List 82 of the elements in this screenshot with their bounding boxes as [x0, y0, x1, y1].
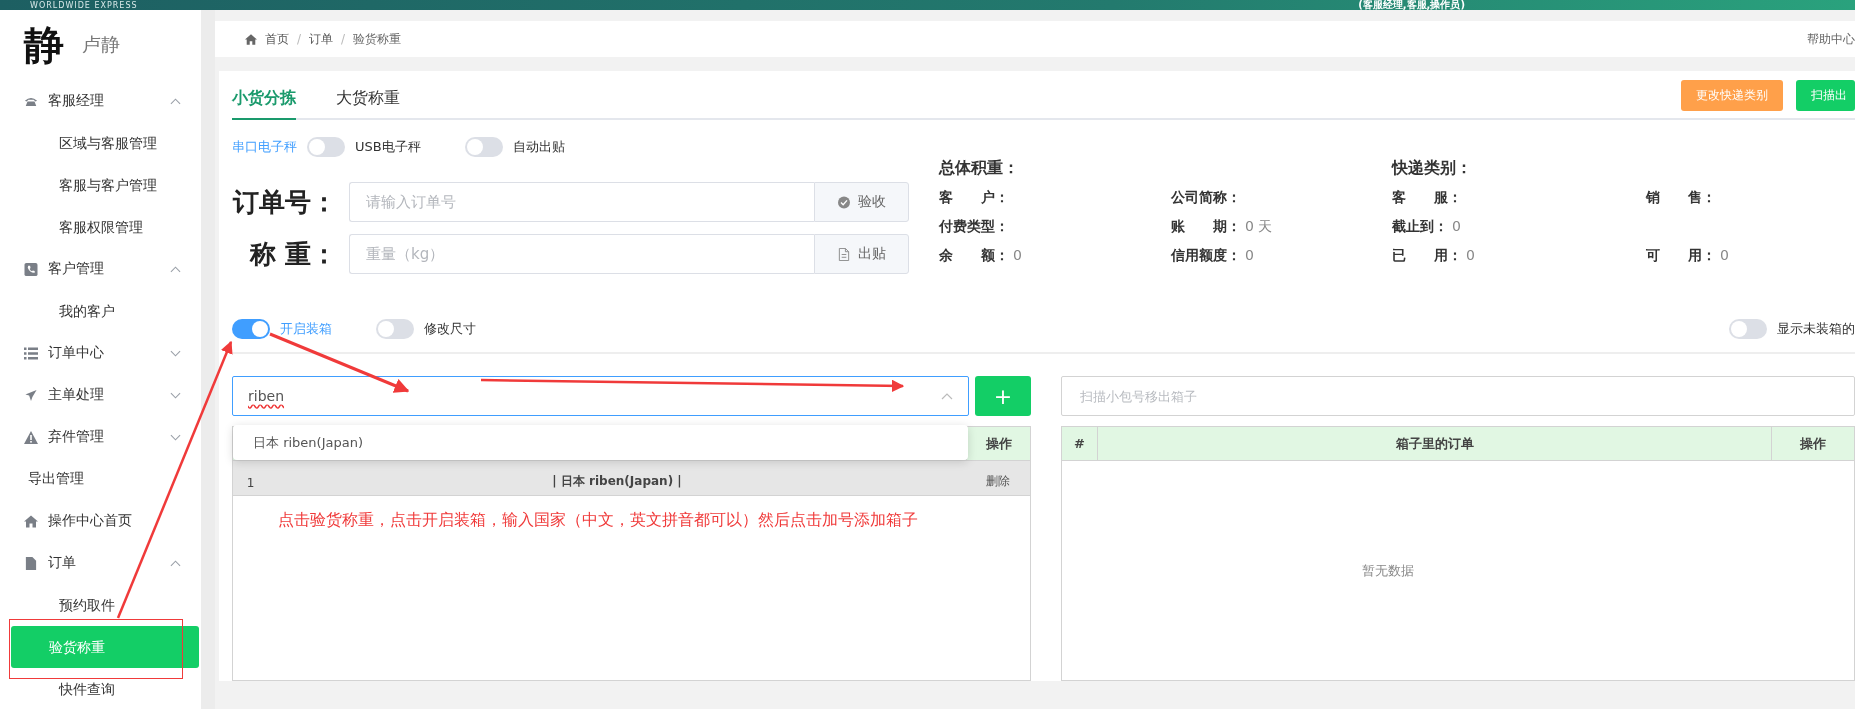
sidebar-item[interactable]: 订单中心 [0, 332, 201, 374]
user-name: 卢静 [82, 32, 120, 57]
info-label: 销 售： [1646, 188, 1716, 207]
info-value: 0 [1245, 246, 1254, 265]
sidebar-subitem[interactable]: 我的客户 [10, 290, 199, 332]
delete-link[interactable]: 删除 [966, 473, 1030, 495]
info-label: 可 用： [1646, 246, 1716, 265]
sidebar-subitem[interactable]: 快件查询 [10, 668, 199, 709]
sidebar-subitem[interactable]: 客服权限管理 [10, 206, 199, 248]
breadcrumb-link[interactable]: 首页 [265, 30, 289, 48]
tab[interactable]: 小货分拣 [232, 88, 296, 120]
sidebar-item[interactable]: 客户管理 [0, 248, 201, 290]
document-icon [24, 556, 38, 570]
sidebar-item[interactable]: 操作中心首页 [0, 500, 201, 542]
info-value: 0 [1013, 246, 1022, 265]
info-value: 0 天 [1245, 217, 1273, 236]
help-link[interactable]: 帮助中心 [1807, 30, 1855, 48]
user-roles: (客服经理,客服,操作员) [1358, 0, 1465, 10]
info-label: 账 期： [1171, 217, 1241, 236]
sidebar-item[interactable]: 客服经理 [0, 80, 201, 122]
warning-icon [24, 430, 38, 444]
breadcrumb-separator: / [297, 32, 302, 46]
empty-message: 暂无数据 [1362, 561, 1414, 580]
scan-field[interactable]: 扫描小包号移出箱子 [1061, 376, 1855, 416]
switch-label: USB电子秤 [355, 138, 421, 156]
breadcrumb-separator: / [341, 32, 346, 46]
info-label: 公司简称： [1171, 188, 1241, 207]
list-icon [24, 346, 38, 360]
info-value: 0 [1720, 246, 1729, 265]
info-label: 余 额： [939, 246, 1009, 265]
sidebar-subitem[interactable]: 客服与客户管理 [10, 164, 199, 206]
switch-label: 开启装箱 [280, 320, 332, 338]
text-field[interactable]: 请输入订单号 [349, 182, 814, 222]
info-label: 客 户： [939, 188, 1009, 207]
column-header: 箱子里的订单 [1097, 427, 1771, 460]
column-header: 操作 [966, 427, 1030, 460]
text-field[interactable]: 重量（kg） [349, 234, 814, 274]
toggle-switch[interactable] [1729, 319, 1767, 339]
annotation-text: 点击验货称重，点击开启装箱，输入国家（中文，英文拼音都可以）然后点击加号添加箱子 [278, 510, 919, 531]
column-header: # [1073, 435, 1086, 453]
home-icon [245, 33, 257, 45]
switch-label: 修改尺寸 [424, 320, 476, 338]
info-title: 总体积重： [939, 158, 1020, 179]
sidebar-item[interactable]: 主单处理 [0, 374, 201, 416]
document-icon [837, 247, 850, 261]
brand-text: WORLDWIDE EXPRESS [30, 1, 138, 10]
column-header: 操作 [1771, 427, 1854, 460]
info-label: 客 服： [1392, 188, 1462, 207]
tab[interactable]: 大货称重 [336, 88, 400, 120]
info-value: 0 [1452, 217, 1461, 236]
sidebar-item[interactable]: 弃件管理 [0, 416, 201, 458]
home-icon [24, 514, 38, 528]
field-label: 订单号： [232, 185, 338, 219]
field-label: 称 重： [248, 237, 338, 271]
sidebar-subitem[interactable]: 区域与客服管理 [10, 122, 199, 164]
switch-label: 串口电子秤 [232, 138, 297, 156]
info-label: 信用额度： [1171, 246, 1241, 265]
toggle-switch[interactable] [232, 319, 270, 339]
append-button[interactable]: 出贴 [814, 234, 909, 274]
phone-icon [24, 262, 38, 276]
switch-label: 显示未装箱的 [1777, 320, 1855, 338]
toggle-switch[interactable] [464, 137, 503, 157]
info-value: 0 [1466, 246, 1475, 265]
breadcrumb-link[interactable]: 订单 [309, 30, 334, 48]
sidebar-item[interactable]: 导出管理 [0, 458, 201, 500]
avatar-logo: 静 [24, 19, 64, 70]
info-label: 付费类型： [939, 217, 1009, 236]
dropdown-option[interactable]: 日本 riben(Japan) [233, 425, 968, 460]
table-cell-text: | 日本 riben(Japan) | [551, 473, 683, 490]
switch-label: 自动出贴 [512, 138, 565, 156]
check-circle-icon [837, 195, 850, 209]
info-title: 快递类别： [1392, 158, 1473, 179]
append-button[interactable]: 验收 [814, 182, 909, 222]
sidebar-item[interactable]: 订单 [0, 542, 201, 584]
info-label: 截止到： [1392, 217, 1448, 236]
toggle-switch[interactable] [307, 137, 345, 157]
breadcrumb-link[interactable]: 验货称重 [353, 30, 402, 48]
sidebar-subitem[interactable]: 预约取件 [10, 584, 199, 626]
toggle-switch[interactable] [376, 319, 414, 339]
table-cell-text: 1 [245, 476, 256, 492]
info-label: 已 用： [1392, 246, 1462, 265]
airplane-icon [24, 388, 38, 402]
